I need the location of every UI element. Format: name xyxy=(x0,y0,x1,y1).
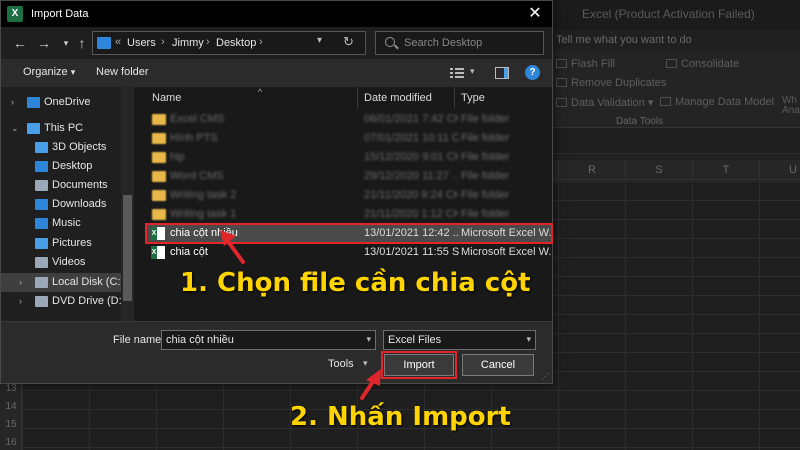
arrow-to-import xyxy=(360,369,381,400)
arrow-to-file xyxy=(220,230,245,264)
annotation-arrows xyxy=(220,230,381,400)
